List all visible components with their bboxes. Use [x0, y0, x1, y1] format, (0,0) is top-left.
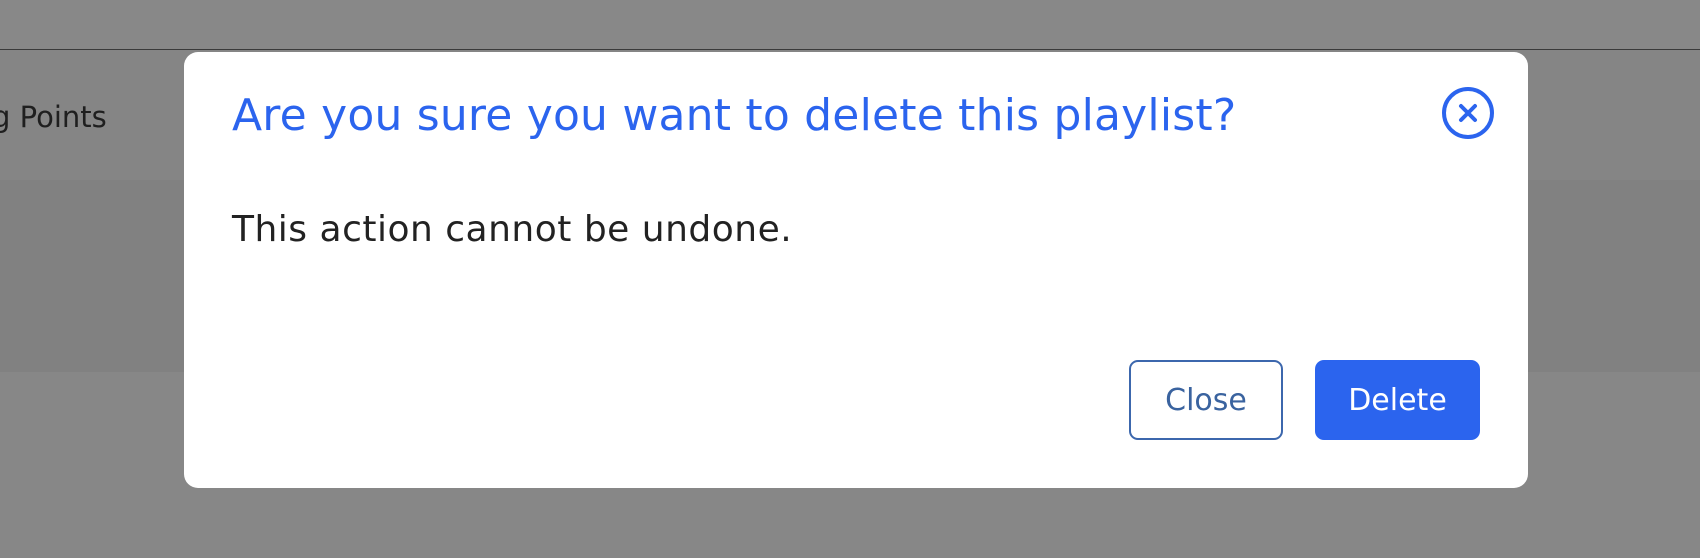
header-nav-text: g Points [0, 100, 107, 134]
close-button[interactable]: Close [1129, 360, 1283, 440]
dialog-message: This action cannot be undone. [232, 209, 793, 250]
close-dialog-button[interactable] [1440, 85, 1496, 141]
dialog-title: Are you sure you want to delete this pla… [232, 90, 1237, 141]
close-circle-icon [1442, 87, 1494, 139]
delete-playlist-dialog: Are you sure you want to delete this pla… [184, 52, 1528, 488]
delete-button[interactable]: Delete [1315, 360, 1480, 440]
top-bar [0, 0, 1700, 50]
